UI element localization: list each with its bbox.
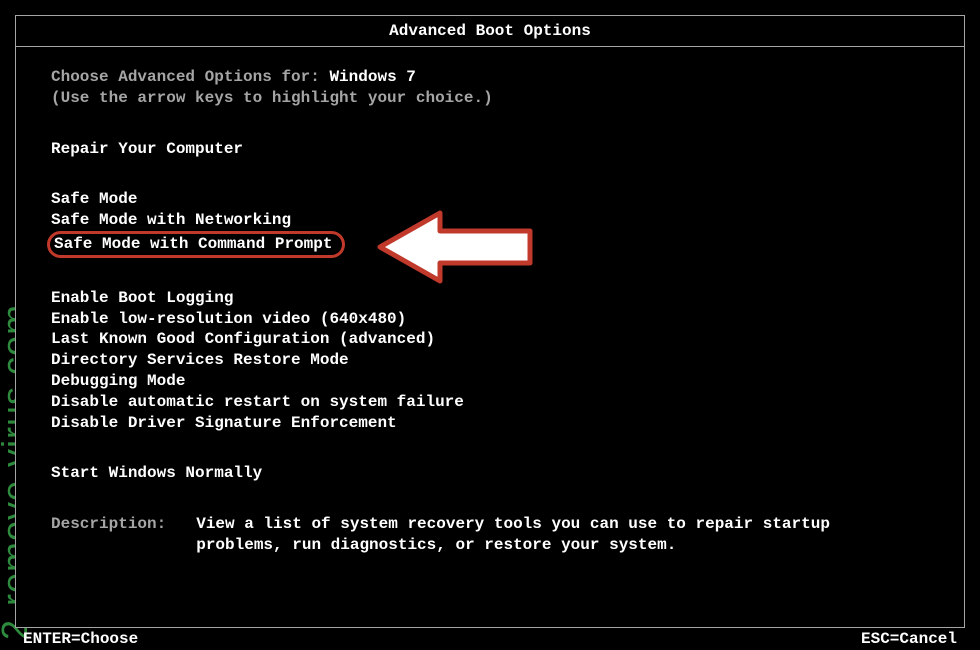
- option-last-known-good[interactable]: Last Known Good Configuration (advanced): [51, 329, 964, 350]
- description-text: View a list of system recovery tools you…: [196, 514, 924, 556]
- intro-prefix: Choose Advanced Options for:: [51, 68, 329, 86]
- option-disable-driver-sig[interactable]: Disable Driver Signature Enforcement: [51, 413, 964, 434]
- option-safe-mode-networking[interactable]: Safe Mode with Networking: [51, 210, 964, 231]
- footer-esc: ESC=Cancel: [861, 630, 957, 648]
- other-section: Enable Boot Logging Enable low-resolutio…: [51, 288, 964, 434]
- footer-enter: ENTER=Choose: [23, 630, 138, 648]
- option-debugging[interactable]: Debugging Mode: [51, 371, 964, 392]
- safemode-section: Safe Mode Safe Mode with Networking Safe…: [51, 189, 964, 257]
- option-safe-mode[interactable]: Safe Mode: [51, 189, 964, 210]
- option-disable-auto-restart[interactable]: Disable automatic restart on system fail…: [51, 392, 964, 413]
- option-directory-restore[interactable]: Directory Services Restore Mode: [51, 350, 964, 371]
- description-block: Description: View a list of system recov…: [51, 514, 964, 556]
- page-title: Advanced Boot Options: [16, 16, 964, 47]
- option-lowres-video[interactable]: Enable low-resolution video (640x480): [51, 309, 964, 330]
- content-area: Choose Advanced Options for: Windows 7 (…: [16, 47, 964, 556]
- intro-line: Choose Advanced Options for: Windows 7: [51, 67, 964, 88]
- highlight-ring: Safe Mode with Command Prompt: [47, 231, 345, 258]
- option-repair[interactable]: Repair Your Computer: [51, 139, 964, 160]
- boot-screen: Advanced Boot Options Choose Advanced Op…: [15, 15, 965, 628]
- option-safe-mode-cmd[interactable]: Safe Mode with Command Prompt: [51, 231, 964, 258]
- footer-bar: ENTER=Choose ESC=Cancel: [15, 630, 965, 648]
- option-start-normally[interactable]: Start Windows Normally: [51, 463, 964, 484]
- normal-section: Start Windows Normally: [51, 463, 964, 484]
- hint-line: (Use the arrow keys to highlight your ch…: [51, 88, 964, 109]
- option-boot-logging[interactable]: Enable Boot Logging: [51, 288, 964, 309]
- description-label: Description:: [51, 514, 166, 556]
- repair-section: Repair Your Computer: [51, 139, 964, 160]
- os-name: Windows 7: [329, 68, 415, 86]
